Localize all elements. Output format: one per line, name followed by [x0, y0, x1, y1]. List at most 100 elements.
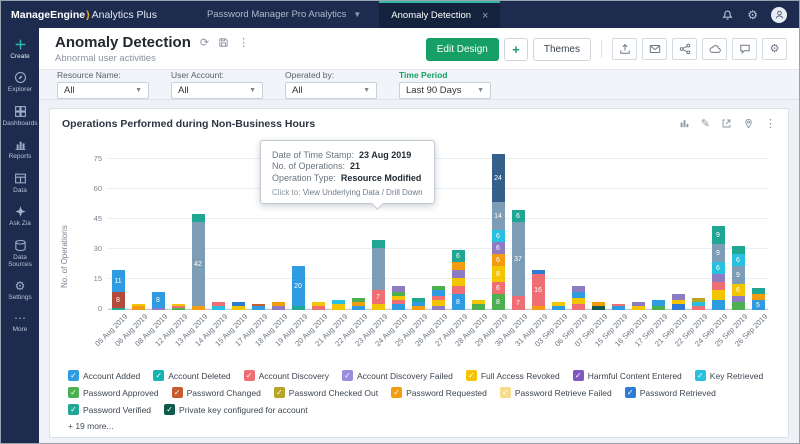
bar-column[interactable]: 07 Sep 2019 [588, 140, 608, 310]
bar-segment[interactable]: 6 [452, 250, 465, 262]
bar-segment[interactable]: 6 [492, 282, 505, 294]
bar-segment[interactable] [592, 306, 605, 310]
bar-segment[interactable] [452, 262, 465, 270]
user-account-dropdown[interactable]: All▼ [171, 82, 263, 99]
comment-icon[interactable] [732, 38, 757, 60]
legend-checkbox[interactable]: ✓ [244, 370, 255, 381]
legend-checkbox[interactable]: ✓ [172, 387, 183, 398]
themes-button[interactable]: Themes [533, 38, 591, 61]
bar-segment[interactable] [392, 304, 405, 310]
bar-column[interactable]: 4213 Aug 2019 [188, 140, 208, 310]
bar-segment[interactable]: 9 [732, 266, 745, 284]
bar-segment[interactable]: 6 [732, 254, 745, 266]
sidebar-item-ask-zia[interactable]: Ask Zia [1, 200, 39, 233]
legend-checkbox[interactable]: ✓ [68, 370, 79, 381]
bar-segment[interactable] [312, 306, 325, 310]
legend-more-link[interactable]: + 19 more... [62, 415, 776, 433]
bar-segment[interactable]: 6 [512, 210, 525, 222]
export-icon[interactable] [612, 38, 637, 60]
legend-item[interactable]: ✓Key Retrieved [695, 370, 763, 381]
bar-segment[interactable]: 5 [752, 300, 765, 310]
bar-segment[interactable]: 37 [512, 222, 525, 296]
legend-item[interactable]: ✓Password Retrieved [625, 387, 716, 398]
sidebar-item-data-sources[interactable]: Data Sources [1, 234, 39, 275]
bar-column[interactable]: 28 Aug 2019 [468, 140, 488, 310]
bar-segment[interactable] [452, 286, 465, 294]
gear-icon[interactable]: ⚙ [747, 9, 758, 21]
resource-name-dropdown[interactable]: All▼ [57, 82, 149, 99]
kebab-icon[interactable]: ⋮ [238, 36, 249, 49]
bar-column[interactable]: 69625 Sep 2019 [728, 140, 748, 310]
bar-segment[interactable] [552, 306, 565, 310]
legend-item[interactable]: ✓Full Access Revoked [466, 370, 560, 381]
bar-column[interactable]: 737630 Aug 2019 [508, 140, 528, 310]
open-in-new-icon[interactable] [721, 118, 732, 129]
legend-checkbox[interactable]: ✓ [164, 404, 175, 415]
settings-gear-icon[interactable]: ⚙ [762, 38, 787, 60]
legend-checkbox[interactable]: ✓ [391, 387, 402, 398]
bar-segment[interactable] [712, 274, 725, 282]
sidebar-item-reports[interactable]: Reports [1, 133, 39, 166]
legend-item[interactable]: ✓Password Checked Out [274, 387, 378, 398]
bar-column[interactable]: 06 Sep 2019 [568, 140, 588, 310]
sidebar-item-create[interactable]: Create [1, 33, 39, 66]
close-tab-icon[interactable]: × [482, 10, 488, 22]
bar-segment[interactable] [712, 300, 725, 310]
bar-column[interactable]: 21 Sep 2019 [668, 140, 688, 310]
bar-segment[interactable] [152, 308, 165, 310]
sidebar-item-more[interactable]: ⋯ More [1, 307, 39, 339]
bar-column[interactable]: 15 Sep 2019 [608, 140, 628, 310]
bar-segment[interactable] [712, 290, 725, 300]
bar-segment[interactable]: 24 [492, 154, 505, 202]
brand-logo[interactable]: ManageEngine)Analytics Plus [1, 1, 167, 28]
bar-segment[interactable] [472, 304, 485, 310]
refresh-icon[interactable]: ⟳ [200, 36, 209, 49]
legend-checkbox[interactable]: ✓ [342, 370, 353, 381]
sidebar-item-dashboards[interactable]: Dashboards [1, 100, 39, 133]
legend-checkbox[interactable]: ✓ [695, 370, 706, 381]
legend-item[interactable]: ✓Password Retrieve Failed [500, 387, 612, 398]
bell-icon[interactable] [721, 8, 734, 21]
sidebar-item-data[interactable]: Data [1, 167, 39, 200]
bar-segment[interactable] [692, 306, 705, 310]
kebab-icon[interactable]: ⋮ [765, 117, 776, 130]
bar-column[interactable]: 868666142429 Aug 2019 [488, 140, 508, 310]
legend-checkbox[interactable]: ✓ [68, 387, 79, 398]
tab-workspace[interactable]: Password Manager Pro Analytics ▼ [195, 1, 373, 28]
avatar[interactable] [771, 7, 787, 23]
bar-segment[interactable] [332, 304, 345, 310]
save-icon[interactable] [218, 37, 229, 48]
tab-anomaly-detection[interactable]: Anomaly Detection × [379, 1, 500, 28]
bar-column[interactable]: 808 Aug 2019 [148, 140, 168, 310]
bar-segment[interactable]: 42 [192, 222, 205, 306]
bar-segment[interactable] [132, 306, 145, 310]
bar-segment[interactable]: 9 [712, 244, 725, 262]
bar-segment[interactable] [712, 282, 725, 290]
legend-item[interactable]: ✓Account Discovery [244, 370, 329, 381]
legend-item[interactable]: ✓Password Verified [68, 404, 151, 415]
column-chart-icon[interactable] [679, 118, 690, 129]
bar-segment[interactable]: 6 [732, 284, 745, 296]
bar-segment[interactable] [212, 306, 225, 310]
bar-column[interactable]: 16 Sep 2019 [628, 140, 648, 310]
bar-segment[interactable] [632, 306, 645, 310]
pin-icon[interactable] [743, 118, 754, 129]
bar-segment[interactable]: 16 [532, 274, 545, 306]
bar-segment[interactable] [272, 306, 285, 310]
bar-segment[interactable]: 7 [372, 290, 385, 304]
edit-design-button[interactable]: Edit Design [426, 38, 499, 61]
bar-segment[interactable] [372, 240, 385, 248]
cloud-upload-icon[interactable] [702, 38, 727, 60]
bar-column[interactable]: 06 Aug 2019 [128, 140, 148, 310]
legend-item[interactable]: ✓Account Deleted [153, 370, 230, 381]
legend-checkbox[interactable]: ✓ [466, 370, 477, 381]
bar-segment[interactable] [352, 306, 365, 310]
bar-segment[interactable] [732, 302, 745, 310]
operated-by-dropdown[interactable]: All▼ [285, 82, 377, 99]
bar-segment[interactable] [372, 248, 385, 290]
bar-column[interactable]: 69924 Sep 2019 [708, 140, 728, 310]
bar-segment[interactable] [432, 306, 445, 310]
bar-segment[interactable] [652, 306, 665, 310]
bar-column[interactable]: 81105 Aug 2019 [108, 140, 128, 310]
bar-segment[interactable] [292, 306, 305, 310]
